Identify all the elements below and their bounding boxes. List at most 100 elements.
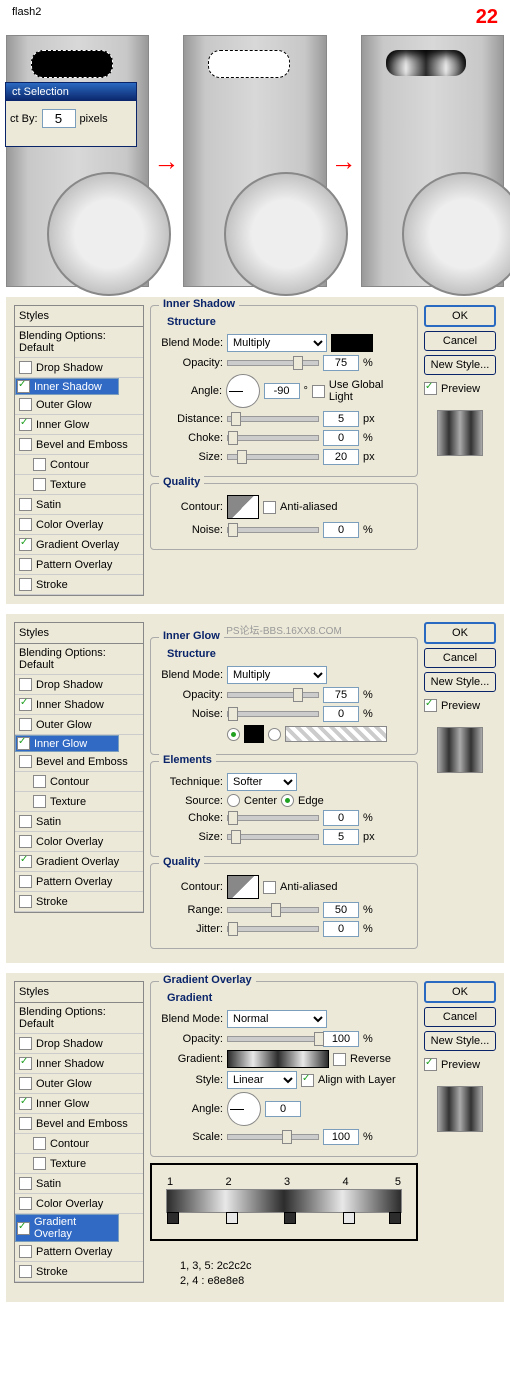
size-input[interactable] (323, 829, 359, 845)
checkbox[interactable] (19, 1177, 32, 1190)
contract-pixels-input[interactable] (42, 109, 76, 128)
checkbox[interactable] (17, 737, 30, 750)
color-radio[interactable] (227, 728, 240, 741)
opacity-slider[interactable] (227, 692, 319, 698)
source-edge-radio[interactable] (281, 794, 294, 807)
preview-checkbox[interactable] (424, 382, 437, 395)
checkbox[interactable] (19, 698, 32, 711)
style-stroke[interactable]: Stroke (15, 1262, 143, 1282)
checkbox[interactable] (19, 678, 32, 691)
jitter-input[interactable] (323, 921, 359, 937)
choke-input[interactable] (323, 430, 359, 446)
checkbox[interactable] (17, 380, 30, 393)
opacity-slider[interactable] (227, 360, 319, 366)
size-input[interactable] (323, 449, 359, 465)
checkbox[interactable] (19, 498, 32, 511)
style-texture[interactable]: Texture (15, 475, 143, 495)
opacity-input[interactable] (323, 1031, 359, 1047)
style-inner-shadow[interactable]: Inner Shadow (15, 695, 143, 715)
blend-mode-select[interactable]: Multiply (227, 334, 327, 352)
range-slider[interactable] (227, 907, 319, 913)
angle-dial[interactable] (227, 1092, 261, 1126)
checkbox[interactable] (19, 1197, 32, 1210)
angle-dial[interactable] (226, 374, 260, 408)
gradient-bar[interactable]: 1 2 3 4 5 (166, 1189, 402, 1213)
styles-header[interactable]: Styles (14, 981, 144, 1003)
jitter-slider[interactable] (227, 926, 319, 932)
glow-gradient-picker[interactable] (285, 726, 387, 742)
styles-header[interactable]: Styles (14, 622, 144, 644)
style-color-overlay[interactable]: Color Overlay (15, 832, 143, 852)
preview-checkbox[interactable] (424, 699, 437, 712)
cancel-button[interactable]: Cancel (424, 1007, 496, 1027)
ok-button[interactable]: OK (424, 622, 496, 644)
opacity-input[interactable] (323, 687, 359, 703)
style-drop-shadow[interactable]: Drop Shadow (15, 675, 143, 695)
style-bevel-emboss[interactable]: Bevel and Emboss (15, 435, 143, 455)
blend-mode-select[interactable]: Normal (227, 1010, 327, 1028)
noise-input[interactable] (323, 706, 359, 722)
style-color-overlay[interactable]: Color Overlay (15, 1194, 143, 1214)
anti-aliased-checkbox[interactable] (263, 881, 276, 894)
blending-options-row[interactable]: Blending Options: Default (15, 327, 143, 358)
style-pattern-overlay[interactable]: Pattern Overlay (15, 872, 143, 892)
scale-input[interactable] (323, 1129, 359, 1145)
checkbox[interactable] (19, 875, 32, 888)
style-pattern-overlay[interactable]: Pattern Overlay (15, 555, 143, 575)
checkbox[interactable] (19, 815, 32, 828)
style-gradient-overlay[interactable]: Gradient Overlay (15, 852, 143, 872)
checkbox[interactable] (33, 1137, 46, 1150)
checkbox[interactable] (17, 1222, 30, 1235)
checkbox[interactable] (19, 855, 32, 868)
checkbox[interactable] (19, 398, 32, 411)
noise-slider[interactable] (227, 527, 319, 533)
scale-slider[interactable] (227, 1134, 319, 1140)
style-bevel-emboss[interactable]: Bevel and Emboss (15, 1114, 143, 1134)
gradient-stop-1[interactable] (167, 1212, 179, 1224)
glow-color-swatch[interactable] (244, 725, 264, 743)
style-drop-shadow[interactable]: Drop Shadow (15, 1034, 143, 1054)
align-checkbox[interactable] (301, 1074, 314, 1087)
checkbox[interactable] (19, 578, 32, 591)
blend-mode-select[interactable]: Multiply (227, 666, 327, 684)
checkbox[interactable] (19, 1265, 32, 1278)
checkbox[interactable] (19, 361, 32, 374)
style-inner-glow[interactable]: Inner Glow (15, 415, 143, 435)
gradient-radio[interactable] (268, 728, 281, 741)
style-contour[interactable]: Contour (15, 1134, 143, 1154)
style-satin[interactable]: Satin (15, 1174, 143, 1194)
style-outer-glow[interactable]: Outer Glow (15, 395, 143, 415)
gradient-stop-2[interactable] (226, 1212, 238, 1224)
gradient-stop-5[interactable] (389, 1212, 401, 1224)
angle-input[interactable] (265, 1101, 301, 1117)
checkbox[interactable] (19, 718, 32, 731)
cancel-button[interactable]: Cancel (424, 648, 496, 668)
checkbox[interactable] (19, 1057, 32, 1070)
style-contour[interactable]: Contour (15, 772, 143, 792)
distance-slider[interactable] (227, 416, 319, 422)
choke-input[interactable] (323, 810, 359, 826)
opacity-input[interactable] (323, 355, 359, 371)
new-style-button[interactable]: New Style... (424, 672, 496, 692)
opacity-slider[interactable] (227, 1036, 319, 1042)
new-style-button[interactable]: New Style... (424, 355, 496, 375)
checkbox[interactable] (33, 458, 46, 471)
anti-aliased-checkbox[interactable] (263, 501, 276, 514)
style-inner-glow[interactable]: Inner Glow (15, 1094, 143, 1114)
checkbox[interactable] (19, 1077, 32, 1090)
style-outer-glow[interactable]: Outer Glow (15, 715, 143, 735)
size-slider[interactable] (227, 834, 319, 840)
checkbox[interactable] (19, 1245, 32, 1258)
angle-input[interactable] (264, 383, 300, 399)
source-center-radio[interactable] (227, 794, 240, 807)
style-outer-glow[interactable]: Outer Glow (15, 1074, 143, 1094)
style-satin[interactable]: Satin (15, 812, 143, 832)
contour-picker[interactable] (227, 495, 259, 519)
shadow-color-swatch[interactable] (331, 334, 373, 352)
noise-slider[interactable] (227, 711, 319, 717)
global-light-checkbox[interactable] (312, 385, 325, 398)
checkbox[interactable] (19, 558, 32, 571)
size-slider[interactable] (227, 454, 319, 460)
checkbox[interactable] (19, 418, 32, 431)
checkbox[interactable] (19, 1117, 32, 1130)
